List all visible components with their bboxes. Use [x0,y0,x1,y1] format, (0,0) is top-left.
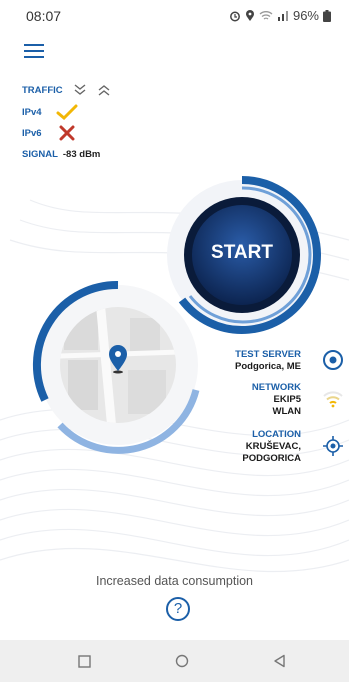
location-status-icon [245,9,254,21]
battery-icon [323,9,331,22]
back-icon[interactable] [273,654,286,668]
traffic-label: TRAFFIC [22,84,63,96]
recents-icon[interactable] [78,655,91,668]
system-nav-bar [0,640,349,682]
location-info: LOCATION KRUŠEVAC, PODGORICA [242,429,301,465]
target-icon[interactable] [322,349,344,371]
app-screen: 08:07 96% TRAFFIC IPv4 IPv6 SIGNAL -83 d… [0,0,349,682]
location-title: LOCATION [252,429,301,440]
test-server-title: TEST SERVER [235,349,301,360]
download-icon [74,84,86,95]
check-icon [56,104,78,120]
locate-icon[interactable] [322,435,344,457]
battery-percent: 96% [292,8,319,23]
network-name: EKIP5 [273,394,301,405]
status-icons: 96% [229,8,331,23]
location-line1: KRUŠEVAC, [245,441,301,452]
start-button[interactable]: START [190,242,294,264]
location-line2: PODGORICA [242,453,301,464]
cell-signal-icon [277,11,288,21]
wifi-status-icon [259,11,273,20]
wifi-icon [323,391,343,408]
test-server-value: Podgorica, ME [235,361,301,372]
ipv6-label: IPv6 [22,127,42,139]
test-server-info[interactable]: TEST SERVER Podgorica, ME [235,349,301,373]
ipv4-label: IPv4 [22,106,42,118]
signal-value: -83 dBm [62,149,101,160]
upload-icon [98,85,110,96]
data-consumption-note: Increased data consumption [95,574,254,588]
network-info: NETWORK EKIP5 WLAN [252,382,301,418]
network-type: WLAN [272,406,302,417]
cross-icon [59,125,75,141]
help-icon[interactable]: ? [166,597,190,621]
status-bar: 08:07 96% [0,0,349,30]
signal-label: SIGNAL [22,149,58,160]
network-title: NETWORK [251,382,301,393]
menu-icon[interactable] [24,44,44,58]
home-icon[interactable] [175,654,189,668]
status-time: 08:07 [26,8,62,24]
alarm-icon [230,11,240,21]
